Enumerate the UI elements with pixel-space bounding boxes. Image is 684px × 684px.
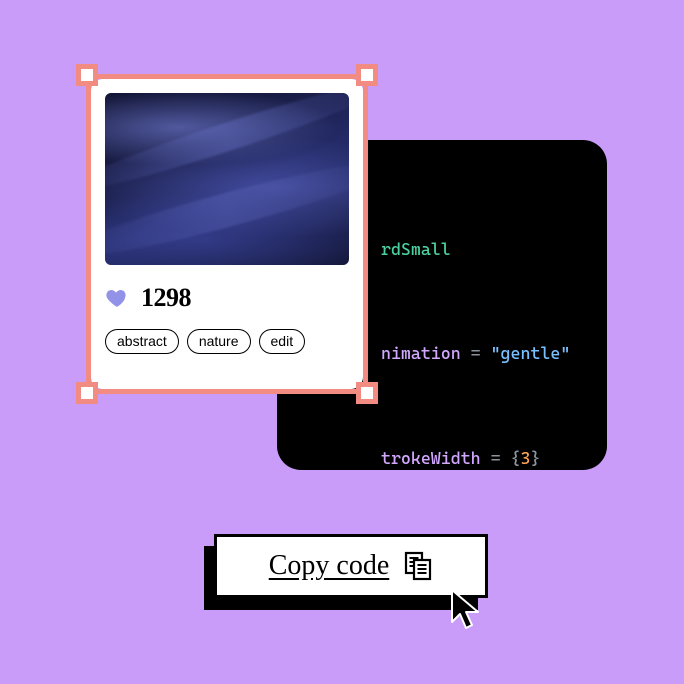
like-count: 1298	[141, 283, 191, 313]
resize-handle-top-left[interactable]	[76, 64, 98, 86]
copy-icon	[403, 551, 433, 581]
code-line: nimation = "gentle"	[381, 336, 607, 371]
resize-handle-bottom-left[interactable]	[76, 382, 98, 404]
copy-code-label: Copy code	[269, 550, 390, 582]
tag-nature[interactable]: nature	[187, 329, 251, 354]
tag-row: abstract nature edit	[105, 329, 349, 354]
image-card: 1298 abstract nature edit	[91, 79, 363, 389]
code-component-name: rdSmall	[381, 239, 451, 259]
tag-edit[interactable]: edit	[259, 329, 306, 354]
selection-frame[interactable]: 1298 abstract nature edit	[76, 64, 378, 404]
code-line: trokeWidth = {3}	[381, 441, 607, 470]
card-meta: 1298	[105, 283, 349, 313]
heart-icon[interactable]	[105, 286, 129, 310]
resize-handle-top-right[interactable]	[356, 64, 378, 86]
copy-code-button[interactable]: Copy code	[214, 534, 488, 598]
tag-abstract[interactable]: abstract	[105, 329, 179, 354]
resize-handle-bottom-right[interactable]	[356, 382, 378, 404]
card-image[interactable]	[105, 93, 349, 265]
